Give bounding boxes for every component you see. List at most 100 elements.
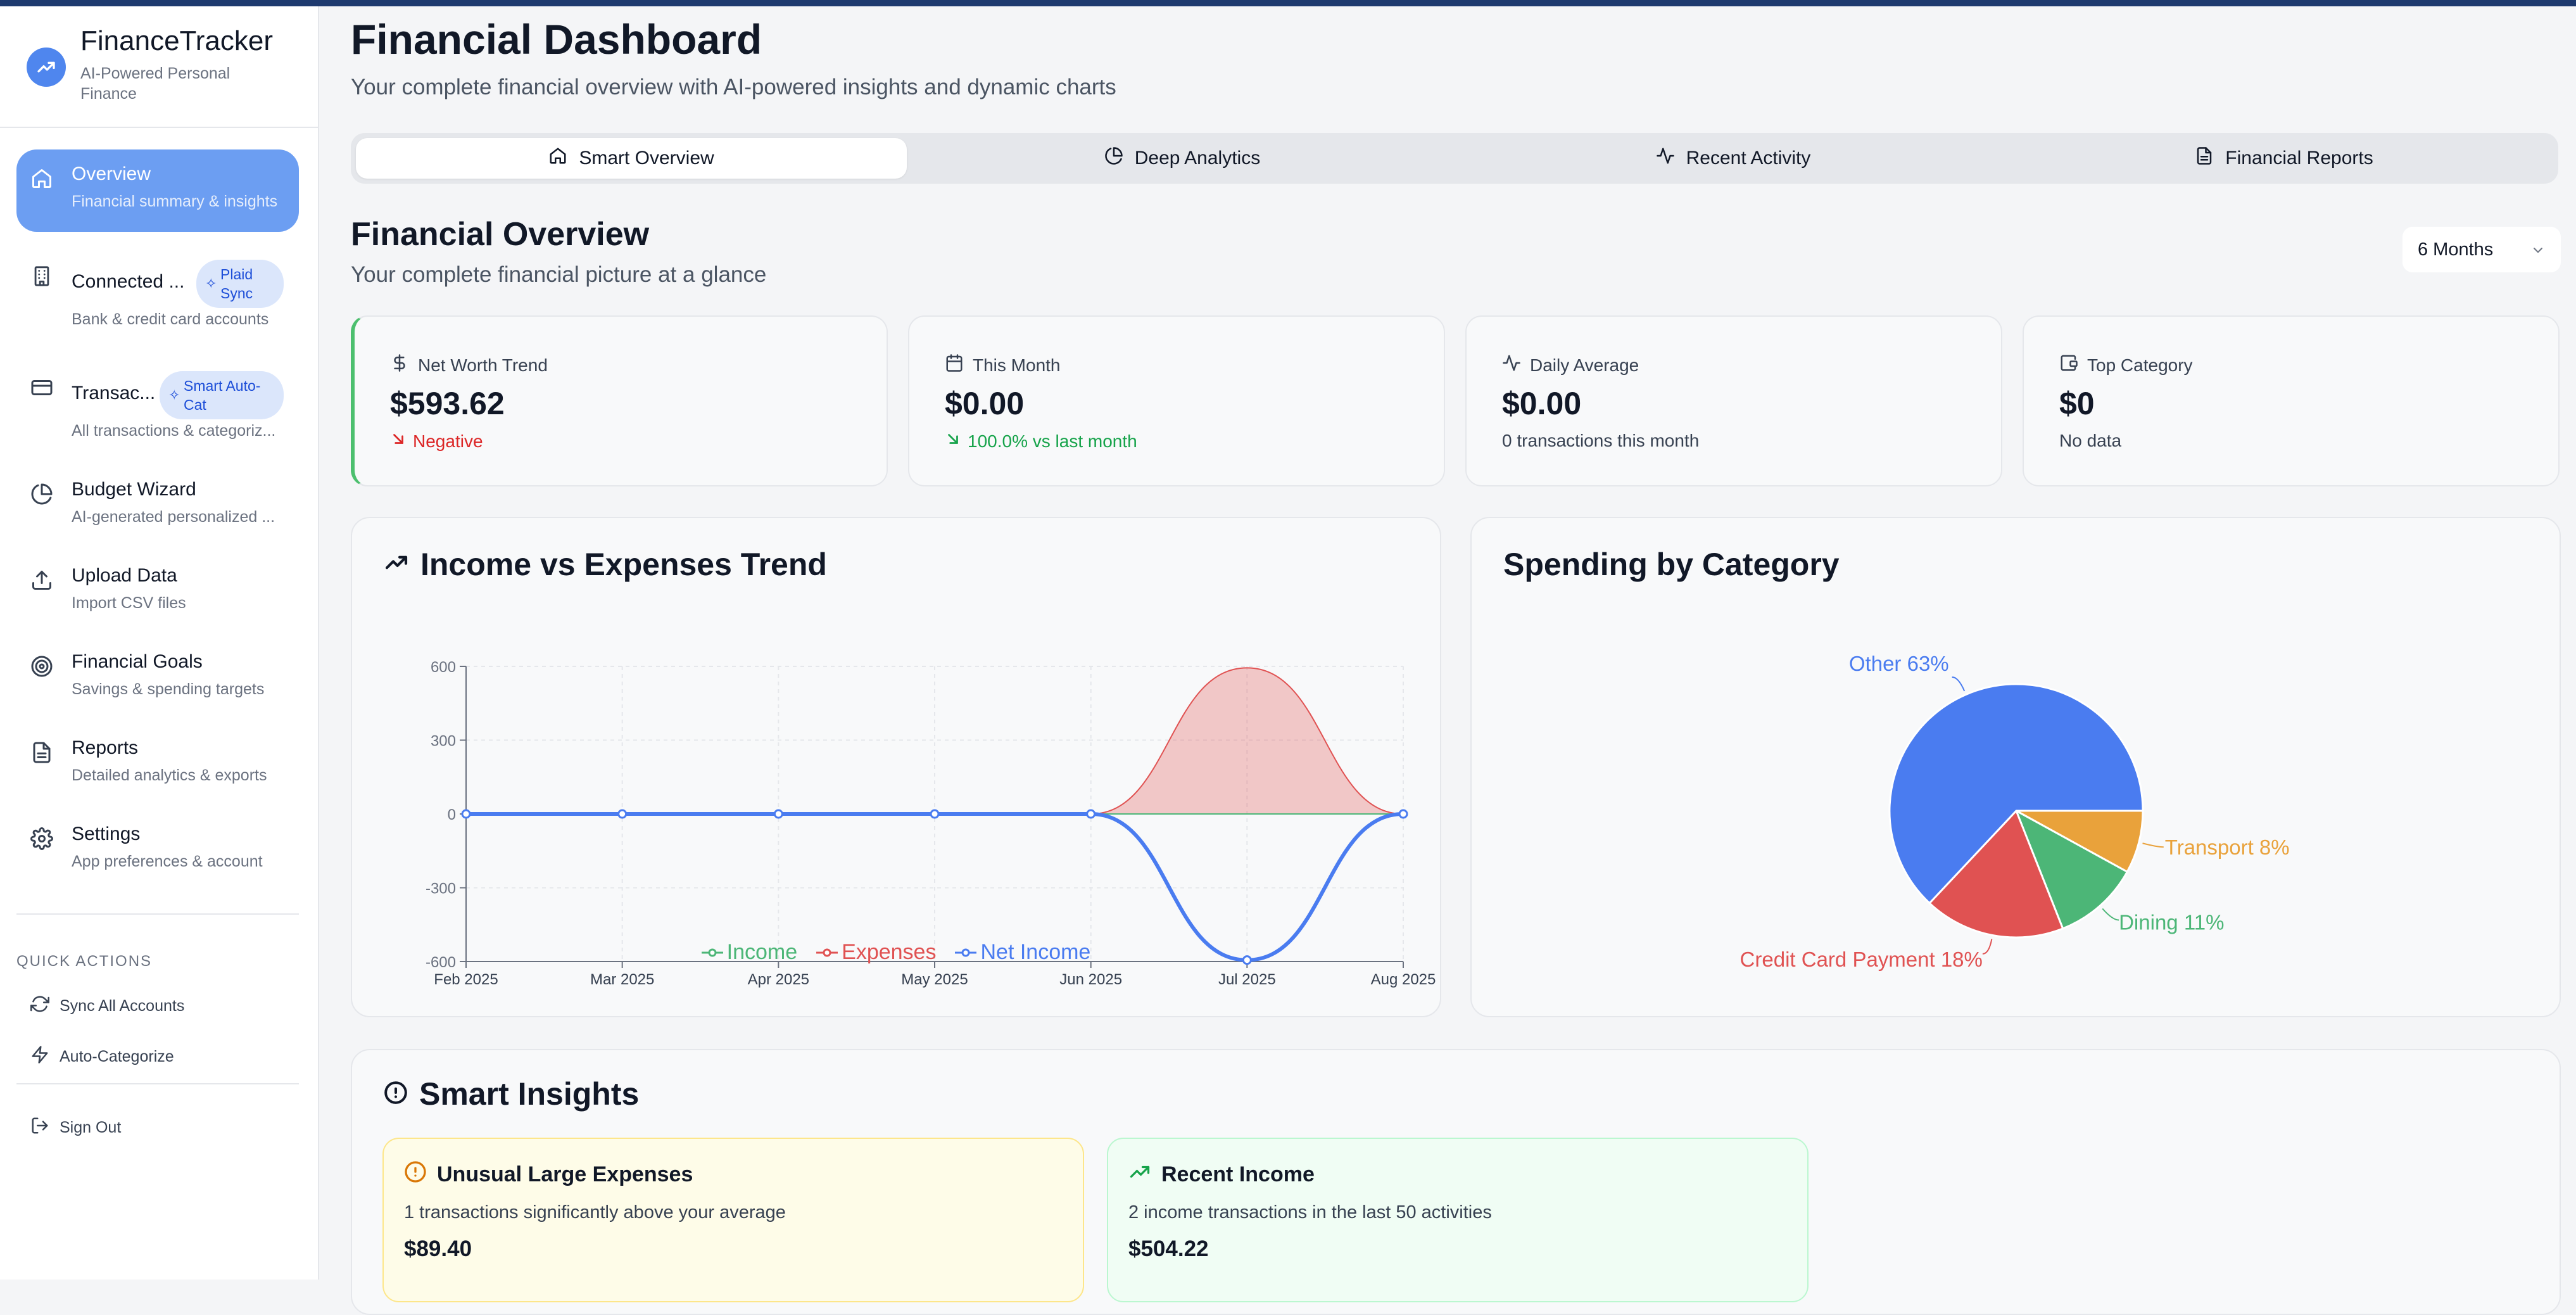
- legend-net-income[interactable]: Net Income: [955, 940, 1090, 965]
- panel-title: Smart Insights: [419, 1076, 640, 1112]
- chart-legend: Income Expenses Net Income: [352, 940, 1440, 965]
- quick-actions-heading: QUICK ACTIONS: [16, 953, 153, 970]
- lightning-icon: [30, 1045, 49, 1069]
- insight-desc: 1 transactions significantly above your …: [404, 1202, 786, 1223]
- stat-card-daily-average: Daily Average $0.00 0 transactions this …: [1465, 315, 2002, 486]
- legend-income[interactable]: Income: [701, 940, 797, 965]
- home-icon: [29, 166, 54, 191]
- stat-card-top-category: Top Category $0 No data: [2023, 315, 2560, 486]
- sidebar-item-label: Upload Data: [72, 565, 177, 586]
- sync-all-accounts-button[interactable]: Sync All Accounts: [30, 994, 184, 1018]
- x-tick-label: Feb 2025: [434, 971, 498, 988]
- plaid-sync-badge: ✧ Plaid Sync: [196, 260, 284, 308]
- insight-card-recent-income: Recent Income 2 income transactions in t…: [1107, 1138, 1809, 1302]
- dashboard-tabs: Smart Overview Deep Analytics Recent Act…: [351, 133, 2558, 184]
- stat-note: No data: [2059, 431, 2122, 450]
- sidebar-item-transactions[interactable]: Transac... ✧ Smart Auto-Cat All transact…: [16, 359, 299, 447]
- sidebar-item-budget-wizard[interactable]: Budget Wizard AI-generated personalized …: [16, 465, 299, 540]
- brand-title: FinanceTracker: [80, 25, 274, 56]
- upload-icon: [29, 568, 54, 593]
- pie-label-connector: [2142, 842, 2164, 848]
- activity-icon: [1656, 146, 1675, 170]
- legend-expenses[interactable]: Expenses: [816, 940, 936, 965]
- main-content: Financial Dashboard Your complete financ…: [319, 6, 2576, 1315]
- activity-icon: [1502, 353, 1521, 377]
- arrow-down-right-icon: [390, 431, 407, 452]
- x-tick-label: Jul 2025: [1218, 971, 1276, 988]
- sidebar-divider: [16, 1083, 299, 1084]
- panel-title: Income vs Expenses Trend: [420, 547, 827, 582]
- spending-category-chart: Transport 8% Dining 11% Credit Card Paymen…: [1740, 652, 2290, 971]
- building-icon: [29, 264, 54, 289]
- page-subtitle: Your complete financial overview with AI…: [351, 75, 1116, 99]
- tab-deep-analytics[interactable]: Deep Analytics: [907, 138, 1458, 179]
- sidebar-divider: [0, 127, 319, 128]
- panel-title: Spending by Category: [1503, 547, 1840, 582]
- period-select[interactable]: 6 Months: [2402, 227, 2561, 272]
- sidebar-item-label: Settings: [72, 823, 141, 844]
- tab-smart-overview[interactable]: Smart Overview: [356, 138, 907, 179]
- insight-title: Recent Income: [1161, 1162, 1315, 1186]
- sidebar-item-desc: Financial summary & insights: [72, 193, 278, 210]
- sign-out-button[interactable]: Sign Out: [30, 1116, 121, 1140]
- net-income-point: [1398, 809, 1408, 819]
- stat-note: Negative: [413, 431, 483, 451]
- x-tick-label: Apr 2025: [748, 971, 809, 988]
- stat-value: $593.62: [390, 386, 505, 421]
- trending-up-icon: [384, 546, 409, 583]
- pie-label-connector: [1952, 676, 1966, 692]
- sidebar-item-desc: Bank & credit card accounts: [72, 310, 269, 328]
- net-income-point: [617, 809, 628, 819]
- sidebar-item-financial-goals[interactable]: Financial Goals Savings & spending targe…: [16, 637, 299, 712]
- sidebar-item-overview[interactable]: Overview Financial summary & insights: [16, 149, 299, 232]
- sidebar-item-upload-data[interactable]: Upload Data Import CSV files: [16, 551, 299, 626]
- file-text-icon: [29, 740, 54, 765]
- pie-label-connector: [2102, 908, 2119, 921]
- sidebar-item-reports[interactable]: Reports Detailed analytics & exports: [16, 723, 299, 798]
- arrow-down-right-icon: [945, 431, 961, 452]
- insight-title: Unusual Large Expenses: [437, 1162, 693, 1186]
- stat-note: 0 transactions this month: [1502, 431, 1700, 450]
- legend-marker: [816, 948, 838, 956]
- net-income-point: [773, 809, 783, 819]
- credit-card-icon: [29, 375, 54, 400]
- stat-value: $0: [2059, 386, 2095, 421]
- target-icon: [29, 654, 54, 679]
- top-accent-bar: [0, 0, 2576, 6]
- auto-categorize-button[interactable]: Auto-Categorize: [30, 1045, 174, 1069]
- sidebar-item-desc: All transactions & categoriz...: [72, 422, 276, 440]
- pie-chart-icon: [1104, 146, 1123, 170]
- sidebar-item-desc: Detailed analytics & exports: [72, 766, 267, 784]
- refresh-icon: [30, 994, 49, 1018]
- sidebar-item-label: Overview: [72, 163, 151, 184]
- tab-financial-reports[interactable]: Financial Reports: [2009, 138, 2560, 179]
- calendar-icon: [945, 353, 964, 377]
- sign-out-icon: [30, 1116, 49, 1140]
- insight-amount: $504.22: [1128, 1236, 1209, 1261]
- stat-card-net-worth: Net Worth Trend $593.62 Negative: [351, 315, 888, 486]
- sidebar-item-desc: Import CSV files: [72, 594, 186, 612]
- pie-slice-label: Other 63%: [1849, 652, 1949, 675]
- y-tick-label: -300: [426, 880, 456, 898]
- insight-desc: 2 income transactions in the last 50 act…: [1128, 1202, 1492, 1223]
- tab-recent-activity[interactable]: Recent Activity: [1458, 138, 2009, 179]
- insight-card-large-expenses: Unusual Large Expenses 1 transactions si…: [382, 1138, 1084, 1302]
- sidebar-item-label: Budget Wizard: [72, 479, 196, 500]
- sidebar-item-connected-accounts[interactable]: Connected ... ✧ Plaid Sync Bank & credit…: [16, 247, 299, 329]
- file-text-icon: [2195, 146, 2214, 170]
- stat-label: Daily Average: [1530, 355, 1639, 375]
- y-tick-label: 600: [431, 659, 456, 676]
- x-tick-label: Mar 2025: [590, 971, 654, 988]
- sidebar-item-settings[interactable]: Settings App preferences & account: [16, 810, 299, 884]
- sparkle-icon: ✧: [168, 387, 180, 403]
- stat-value: $0.00: [945, 386, 1025, 421]
- legend-marker: [955, 948, 977, 956]
- sidebar-item-desc: AI-generated personalized ...: [72, 508, 275, 526]
- page-title: Financial Dashboard: [351, 16, 762, 63]
- spending-category-panel: Spending by Category Transport 8% Dining …: [1470, 517, 2561, 1017]
- stat-label: Top Category: [2087, 355, 2193, 375]
- pie-label-connector: [1982, 939, 1993, 955]
- brand: FinanceTracker AI-Powered Personal Finan…: [27, 19, 305, 120]
- trending-up-icon: [1128, 1160, 1151, 1189]
- dollar-icon: [390, 353, 409, 377]
